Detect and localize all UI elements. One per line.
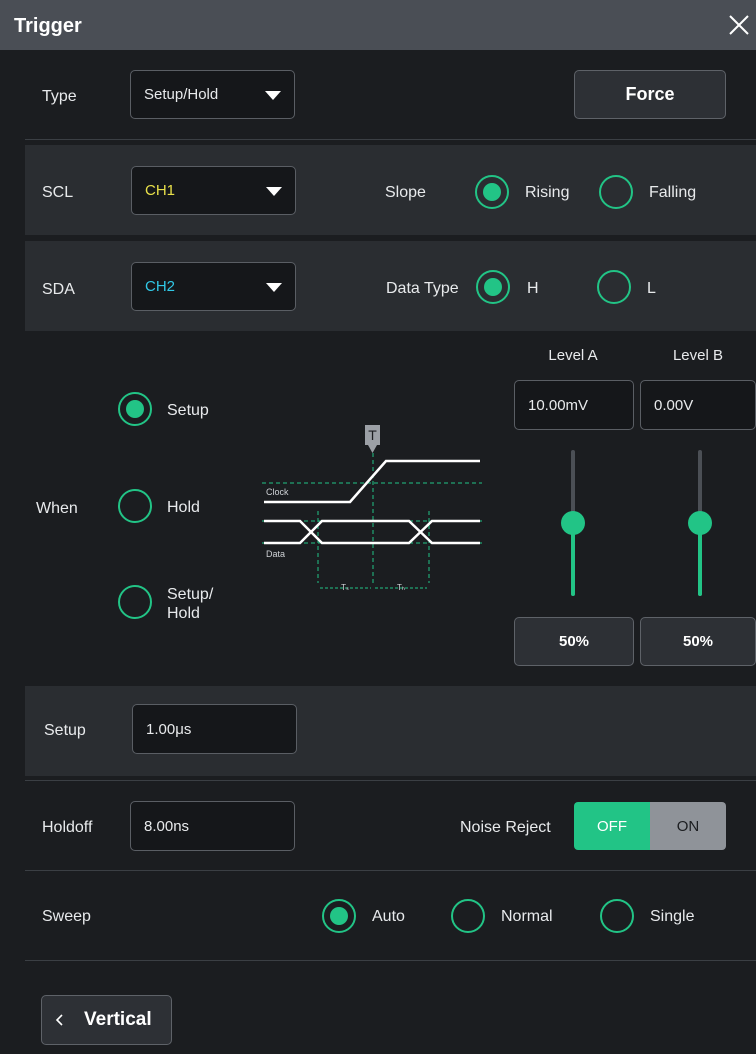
noise-reject-off-option[interactable]: OFF (574, 802, 650, 850)
scl-source-value: CH1 (145, 182, 176, 199)
type-label: Type (42, 88, 77, 105)
sda-label: SDA (42, 281, 75, 298)
sweep-auto-radio[interactable] (322, 899, 356, 933)
slope-falling-label: Falling (649, 184, 697, 201)
data-signal-label: Data (266, 549, 285, 559)
sweep-single-label: Single (650, 908, 695, 925)
slider-knob[interactable] (688, 511, 712, 535)
force-button[interactable]: Force (574, 70, 726, 119)
radio-selected-dot (126, 400, 144, 418)
datatype-label: Data Type (386, 280, 459, 297)
dropdown-caret-icon (265, 90, 281, 100)
sweep-normal-radio[interactable] (451, 899, 485, 933)
slope-rising-label: Rising (525, 184, 570, 201)
when-hold-radio[interactable] (118, 489, 152, 523)
scl-source-select[interactable]: CH1 (131, 166, 296, 215)
data-waveform-low (264, 519, 480, 545)
datatype-l-label: L (647, 280, 656, 297)
level-b-input[interactable]: 0.00V (640, 380, 756, 430)
data-waveform-high (264, 519, 480, 545)
noise-reject-toggle[interactable]: OFF ON (574, 802, 726, 850)
sweep-auto-label: Auto (372, 908, 405, 925)
when-setup-label: Setup (167, 402, 209, 419)
radio-selected-dot (484, 278, 502, 296)
close-icon[interactable] (728, 14, 750, 36)
sda-source-value: CH2 (145, 278, 176, 295)
radio-selected-dot (483, 183, 501, 201)
setup-time-input[interactable]: 1.00μs (132, 704, 297, 754)
sda-source-select[interactable]: CH2 (131, 262, 296, 311)
level-a-label: Level A (548, 347, 598, 364)
trigger-marker-text: T (368, 427, 377, 443)
scl-label: SCL (42, 184, 74, 201)
slope-label: Slope (385, 184, 426, 201)
title-bar (0, 0, 756, 50)
datatype-l-radio[interactable] (597, 270, 631, 304)
setup-time-marker-label: Tₛ (341, 583, 349, 592)
divider (25, 870, 756, 871)
dropdown-caret-icon (266, 186, 282, 196)
datatype-h-radio[interactable] (476, 270, 510, 304)
trigger-marker-pointer (368, 445, 377, 453)
when-setup-hold-label: Setup/ Hold (167, 586, 214, 622)
type-select[interactable]: Setup/Hold (130, 70, 295, 119)
level-a-percent-button[interactable]: 50% (514, 617, 634, 666)
level-b-label: Level B (672, 347, 724, 364)
datatype-h-label: H (527, 280, 539, 297)
divider (25, 780, 756, 781)
level-a-input[interactable]: 10.00mV (514, 380, 634, 430)
sweep-label: Sweep (42, 908, 91, 925)
level-b-percent-button[interactable]: 50% (640, 617, 756, 666)
setup-label: Setup (44, 722, 86, 739)
noise-reject-on-option[interactable]: ON (650, 802, 726, 850)
sweep-normal-label: Normal (501, 908, 553, 925)
when-hold-label: Hold (167, 499, 200, 516)
clock-waveform (264, 459, 480, 504)
level-b-slider[interactable] (688, 450, 712, 596)
clock-signal-label: Clock (266, 487, 289, 497)
when-setup-radio[interactable] (118, 392, 152, 426)
dialog-title: Trigger (14, 15, 82, 37)
holdoff-label: Holdoff (42, 819, 93, 836)
noise-reject-label: Noise Reject (460, 819, 551, 836)
chevron-left-icon (55, 1014, 63, 1026)
when-label: When (36, 500, 78, 517)
sweep-single-radio[interactable] (600, 899, 634, 933)
slope-falling-radio[interactable] (599, 175, 633, 209)
when-setup-hold-radio[interactable] (118, 585, 152, 619)
radio-selected-dot (330, 907, 348, 925)
vertical-back-button[interactable]: Vertical (41, 995, 172, 1045)
type-select-value: Setup/Hold (144, 86, 219, 103)
divider (25, 139, 756, 140)
vertical-back-label: Vertical (84, 1009, 152, 1030)
setup-hold-timing-diagram: T Clock Data Tₛ Tₕ (262, 425, 482, 592)
slider-knob[interactable] (561, 511, 585, 535)
level-a-slider[interactable] (561, 450, 585, 596)
divider (25, 960, 756, 961)
hold-time-marker-label: Tₕ (397, 583, 405, 592)
holdoff-input[interactable]: 8.00ns (130, 801, 295, 851)
slope-rising-radio[interactable] (475, 175, 509, 209)
dropdown-caret-icon (266, 282, 282, 292)
